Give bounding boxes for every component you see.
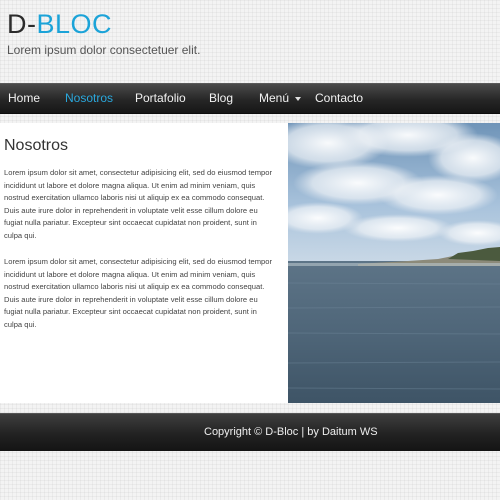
caret-down-icon bbox=[295, 96, 302, 101]
nav-item-blog[interactable]: Blog bbox=[209, 84, 233, 113]
nav-item-menu-label: Menú bbox=[259, 91, 290, 105]
nav-item-contacto[interactable]: Contacto bbox=[315, 84, 363, 113]
sea-photo-image bbox=[288, 123, 500, 403]
site-footer: Copyright © D-Bloc | by Daitum WS bbox=[0, 413, 500, 451]
logo-accent: BLOC bbox=[36, 9, 113, 39]
content-panel: Nosotros Lorem ipsum dolor sit amet, con… bbox=[0, 123, 288, 403]
sea-photo bbox=[288, 123, 500, 403]
nav-item-home[interactable]: Home bbox=[8, 84, 40, 113]
nav-item-menu[interactable]: Menú bbox=[259, 84, 302, 113]
site-logo[interactable]: D-BLOC bbox=[7, 8, 112, 40]
page-title: Nosotros bbox=[4, 137, 69, 154]
content-paragraph-1: Lorem ipsum dolor sit amet, consectetur … bbox=[4, 168, 273, 240]
logo-prefix: D- bbox=[7, 9, 37, 39]
nav-item-nosotros[interactable]: Nosotros bbox=[65, 84, 113, 113]
site-tagline: Lorem ipsum dolor consectetuer elit. bbox=[7, 43, 201, 57]
content-paragraph-2: Lorem ipsum dolor sit amet, consectetur … bbox=[4, 257, 273, 329]
nav-item-portafolio[interactable]: Portafolio bbox=[135, 84, 186, 113]
site-header: D-BLOC Lorem ipsum dolor consectetuer el… bbox=[0, 0, 500, 84]
footer-copyright: Copyright © D-Bloc | by Daitum WS bbox=[204, 426, 378, 438]
main-navigation: Home Nosotros Portafolio Blog Menú Conta… bbox=[0, 83, 500, 114]
